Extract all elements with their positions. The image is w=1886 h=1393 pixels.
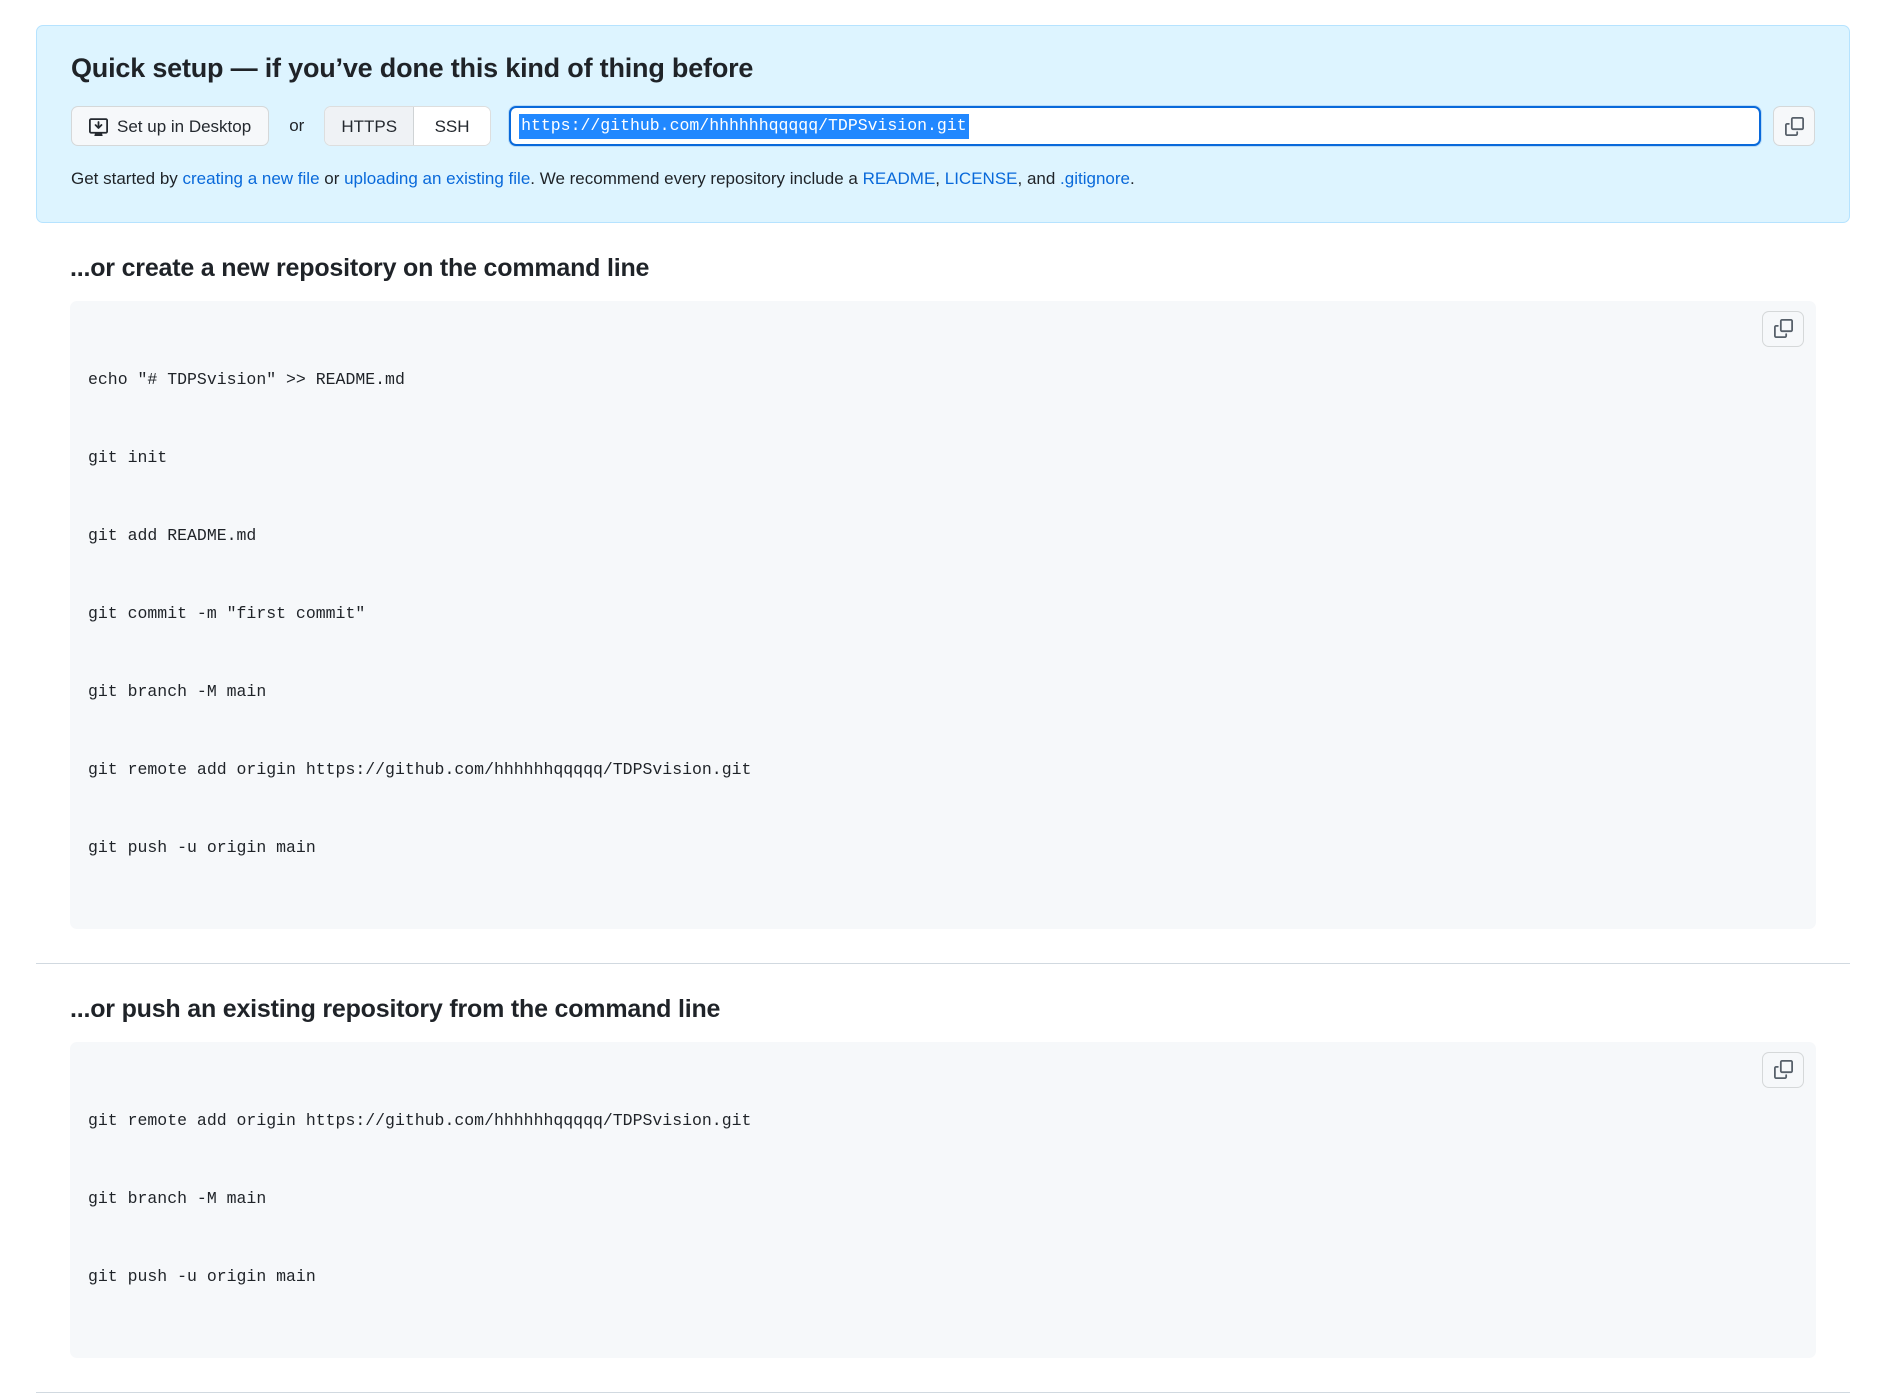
help-prefix: Get started by xyxy=(71,169,183,189)
command-line: echo "# TDPSvision" >> README.md xyxy=(88,369,405,389)
help-mid-4: , and xyxy=(1017,169,1061,189)
help-mid-2: . We recommend every repository include … xyxy=(530,169,863,189)
command-line: git branch -M main xyxy=(88,1188,267,1208)
quick-setup-banner: Quick setup — if you’ve done this kind o… xyxy=(36,25,1850,223)
command-line: git push -u origin main xyxy=(88,1266,316,1286)
quick-setup-help-text: Get started by creating a new file or up… xyxy=(71,166,1815,192)
help-mid-3: , xyxy=(935,169,945,189)
push-existing-repository-code-block: git remote add origin https://github.com… xyxy=(70,1041,1816,1358)
clone-url-value[interactable]: https://github.com/hhhhhhqqqqq/TDPSvisio… xyxy=(519,114,969,139)
copy-icon xyxy=(1784,116,1804,136)
command-line: git add README.md xyxy=(88,525,257,545)
create-new-repository-code-block: echo "# TDPSvision" >> README.md git ini… xyxy=(70,300,1816,929)
push-existing-repository-heading: ...or push an existing repository from t… xyxy=(70,994,721,1023)
create-commands-list: echo "# TDPSvision" >> README.md git ini… xyxy=(88,315,1798,913)
push-existing-repository-section: ...or push an existing repository from t… xyxy=(36,964,1850,1393)
copy-clone-url-button[interactable] xyxy=(1773,106,1815,147)
create-new-repository-heading: ...or create a new repository on the com… xyxy=(70,253,650,282)
help-mid-1: or xyxy=(319,169,345,189)
copy-push-commands-button[interactable] xyxy=(1762,1051,1804,1088)
copy-create-commands-button[interactable] xyxy=(1762,310,1804,347)
upload-existing-file-link[interactable]: uploading an existing file xyxy=(344,169,530,188)
command-line: git commit -m "first commit" xyxy=(88,603,366,623)
create-new-file-link[interactable]: creating a new file xyxy=(183,169,320,188)
clone-url-input[interactable]: https://github.com/hhhhhhqqqqq/TDPSvisio… xyxy=(509,106,1761,147)
protocol-toggle-group: HTTPS SSH xyxy=(324,106,492,147)
license-link[interactable]: LICENSE xyxy=(945,169,1018,188)
or-separator-label: or xyxy=(289,116,305,136)
quick-setup-heading: Quick setup — if you’ve done this kind o… xyxy=(71,53,754,83)
set-up-in-desktop-button[interactable]: Set up in Desktop xyxy=(71,106,270,147)
command-line: git init xyxy=(88,447,168,467)
quick-setup-controls-row: Set up in Desktop or HTTPS SSH https://g… xyxy=(71,106,1815,147)
gitignore-link[interactable]: .gitignore xyxy=(1060,169,1130,188)
repository-quick-setup-page: Quick setup — if you’ve done this kind o… xyxy=(0,0,1886,1393)
protocol-ssh-button[interactable]: SSH xyxy=(414,107,491,146)
create-new-repository-section: ...or create a new repository on the com… xyxy=(36,223,1850,964)
command-line: git remote add origin https://github.com… xyxy=(88,759,752,779)
copy-icon xyxy=(1773,319,1793,339)
push-commands-list: git remote add origin https://github.com… xyxy=(88,1056,1798,1342)
command-line: git remote add origin https://github.com… xyxy=(88,1110,752,1130)
readme-link[interactable]: README xyxy=(863,169,936,188)
copy-icon xyxy=(1773,1060,1793,1080)
command-line: git branch -M main xyxy=(88,681,267,701)
set-up-in-desktop-label: Set up in Desktop xyxy=(117,116,252,136)
protocol-https-button[interactable]: HTTPS xyxy=(325,107,415,146)
help-suffix: . xyxy=(1129,169,1135,189)
desktop-download-icon xyxy=(89,117,108,136)
